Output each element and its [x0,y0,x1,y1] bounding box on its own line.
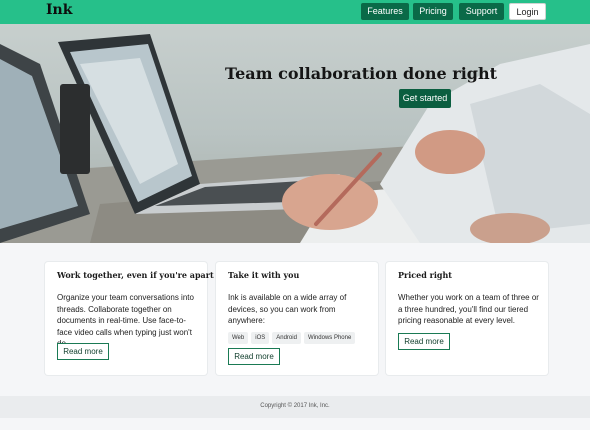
feature-card-devices: Take it with you Ink is available on a w… [216,262,378,375]
read-more-button[interactable]: Read more [228,348,280,365]
nav-pricing-button[interactable]: Pricing [413,3,453,20]
card-title: Work together, even if you're apart [57,270,214,280]
tag-web: Web [228,332,249,344]
nav-features-button[interactable]: Features [361,3,409,20]
nav-support-button[interactable]: Support [459,3,504,20]
feature-card-pricing: Priced right Whether you work on a team … [386,262,548,375]
card-title: Priced right [398,270,452,280]
nav-login-button[interactable]: Login [509,3,546,20]
footer: Copyright © 2017 Ink, Inc. [0,396,590,418]
card-text: Whether you work on a team of three or a… [398,293,539,325]
hero-photo [0,34,590,243]
tag-ios: iOS [251,332,270,344]
hero-banner: Team collaboration done right Get starte… [0,24,590,243]
card-text: Ink is available on a wide array of devi… [228,293,347,325]
brand-logo[interactable]: Ink [46,2,72,18]
tag-android: Android [272,332,301,344]
tag-windows-phone: Windows Phone [303,332,356,344]
feature-card-collaborate: Work together, even if you're apart Orga… [45,262,214,375]
card-text: Organize your team conversations into th… [57,293,194,348]
get-started-button[interactable]: Get started [399,89,451,108]
top-nav: Ink Features Pricing Support Login [0,0,590,24]
read-more-button[interactable]: Read more [398,333,450,350]
platform-tags: Web iOS Android Windows Phone [228,326,358,344]
copyright-text: Copyright © 2017 Ink, Inc. [260,403,330,409]
card-title: Take it with you [228,270,300,280]
hero-title: Team collaboration done right [225,64,498,83]
read-more-button[interactable]: Read more [57,343,109,360]
